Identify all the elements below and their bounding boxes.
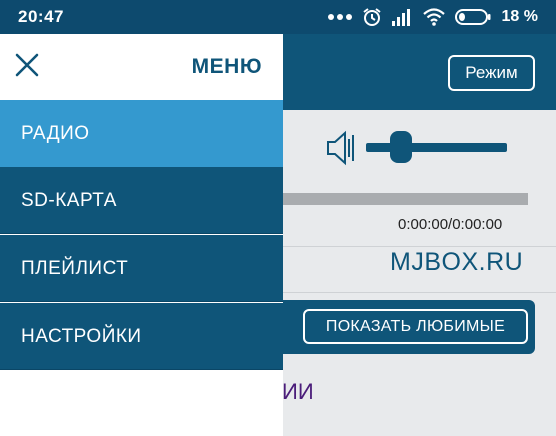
- divider: [282, 246, 556, 247]
- volume-icon[interactable]: [326, 130, 356, 166]
- close-icon[interactable]: [14, 52, 40, 78]
- battery-icon: [454, 9, 491, 25]
- volume-slider-thumb[interactable]: [389, 131, 412, 163]
- drawer-header: МЕНЮ: [0, 34, 283, 100]
- status-icons: 18 %: [327, 6, 538, 28]
- drawer-title: МЕНЮ: [191, 55, 262, 78]
- battery-percent: 18 %: [501, 8, 538, 25]
- menu-item-radio[interactable]: РАДИО: [0, 100, 283, 167]
- status-bar: 20:47 18 %: [0, 0, 556, 34]
- divider: [282, 292, 556, 293]
- wifi-icon: [422, 8, 445, 26]
- menu-item-playlist[interactable]: ПЛЕЙЛИСТ: [0, 235, 283, 302]
- site-label: MJBOX.RU: [390, 248, 524, 276]
- signal-icon: [391, 9, 410, 26]
- volume-slider-track[interactable]: [366, 143, 507, 152]
- show-favorites-button[interactable]: ПОКАЗАТЬ ЛЮБИМЫЕ: [303, 309, 528, 344]
- playback-progress-bar[interactable]: [282, 193, 528, 205]
- station-name-partial: ИИ: [282, 379, 314, 404]
- more-dots-icon: [327, 14, 352, 20]
- mode-button[interactable]: Режим: [448, 55, 535, 91]
- navigation-drawer: МЕНЮ РАДИО SD-КАРТА ПЛЕЙЛИСТ НАСТРОЙКИ: [0, 34, 283, 436]
- menu-item-sd-card[interactable]: SD-КАРТА: [0, 167, 283, 234]
- alarm-icon: [362, 8, 381, 26]
- menu-item-settings[interactable]: НАСТРОЙКИ: [0, 303, 283, 370]
- status-time: 20:47: [18, 7, 64, 26]
- playback-time: 0:00:00/0:00:00: [398, 216, 503, 233]
